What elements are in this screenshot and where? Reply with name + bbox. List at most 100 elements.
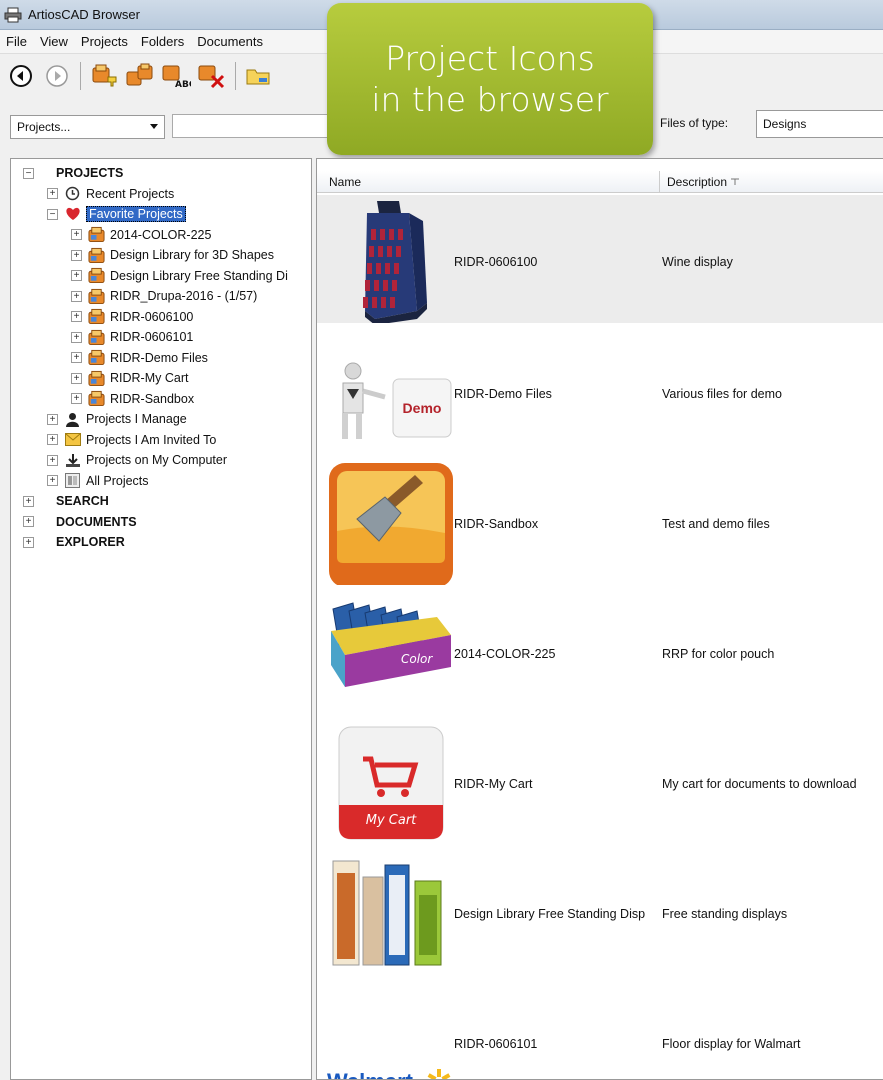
menu-view[interactable]: View: [40, 34, 68, 49]
tree-item-ridr-0606101[interactable]: + RIDR-0606101: [71, 327, 193, 347]
tree-item-label: RIDR-Demo Files: [110, 350, 208, 365]
list-row[interactable]: Demo RIDR-Demo Files Various files for de…: [317, 327, 883, 455]
project-icon: [88, 267, 105, 284]
back-button[interactable]: [6, 61, 36, 91]
list-row[interactable]: My Cart RIDR-My Cart My cart for document…: [317, 717, 883, 845]
tree-item-label: Projects on My Computer: [86, 453, 228, 467]
column-header-name[interactable]: Name: [329, 175, 361, 189]
tree-item-label: Design Library Free Standing Di: [110, 268, 288, 283]
tree-item-ridr-demo-files[interactable]: + RIDR-Demo Files: [71, 348, 208, 368]
list-row[interactable]: Walmart RIDR-0606101 Floor display for Wa…: [317, 977, 883, 1079]
collapse-icon[interactable]: −: [23, 167, 34, 179]
tree-item-all-projects[interactable]: + All Projects: [47, 471, 149, 491]
expand-icon[interactable]: +: [71, 249, 82, 261]
expand-icon[interactable]: +: [47, 454, 58, 466]
new-folder-icon: [246, 69, 270, 85]
callout-line-1: Project Icons: [385, 38, 595, 78]
tree-item-ridr-0606100[interactable]: + RIDR-0606100: [71, 307, 193, 327]
expand-icon[interactable]: +: [71, 229, 82, 240]
new-folder-button[interactable]: [244, 61, 274, 91]
tree-item-documents[interactable]: + DOCUMENTS: [23, 512, 137, 532]
expand-icon[interactable]: +: [71, 331, 82, 343]
tree-item-ridr-my-cart[interactable]: + RIDR-My Cart: [71, 368, 188, 388]
chevron-down-icon: [150, 124, 158, 129]
search-input[interactable]: [172, 114, 342, 138]
tree-item-search[interactable]: + SEARCH: [23, 491, 109, 511]
expand-icon[interactable]: +: [71, 270, 82, 281]
row-description: Various files for demo: [662, 387, 782, 401]
tree-item-label: Projects I Am Invited To: [86, 432, 217, 447]
delete-project-icon: [198, 65, 225, 89]
row-name: RIDR-Sandbox: [454, 517, 539, 531]
expand-icon[interactable]: +: [71, 290, 82, 302]
tree-item-label: 2014-COLOR-225: [110, 227, 212, 242]
expand-icon[interactable]: +: [71, 352, 82, 363]
expand-icon[interactable]: +: [71, 393, 82, 404]
menu-projects[interactable]: Projects: [81, 34, 128, 49]
scope-select[interactable]: Projects...: [10, 115, 165, 139]
color-pouch-thumb: Color: [327, 591, 455, 715]
delete-project-button[interactable]: [197, 61, 227, 91]
expand-icon[interactable]: +: [71, 372, 82, 384]
expand-icon[interactable]: +: [47, 413, 58, 425]
filetype-select[interactable]: Designs: [756, 110, 883, 138]
tree-item-label: Projects I Manage: [86, 412, 187, 426]
tree-item-label: DOCUMENTS: [56, 514, 137, 529]
tree-item-design-library-free-standing-di[interactable]: + Design Library Free Standing Di: [71, 266, 288, 286]
project-icon: [88, 349, 105, 366]
expand-icon[interactable]: +: [47, 475, 58, 486]
column-divider[interactable]: [659, 171, 660, 193]
row-description: RRP for color pouch: [662, 647, 775, 661]
expand-icon[interactable]: +: [71, 311, 82, 322]
rename-project-button[interactable]: ABC: [161, 61, 191, 91]
list-row[interactable]: RIDR-0606100 Wine display: [317, 195, 883, 323]
tree-item-label: Recent Projects: [86, 186, 175, 201]
rename-project-icon: ABC: [162, 65, 191, 89]
tree-item-label: RIDR-Sandbox: [110, 391, 195, 406]
list-row[interactable]: Color 2014-COLOR-225 RRP for color pouch: [317, 587, 883, 715]
tree-item-design-library-for-3d-shapes[interactable]: + Design Library for 3D Shapes: [71, 245, 274, 265]
expand-icon[interactable]: +: [47, 188, 58, 199]
project-icon: [88, 390, 105, 407]
tree-item-projects[interactable]: − PROJECTS: [23, 163, 123, 183]
tree-item-explorer[interactable]: + EXPLORER: [23, 532, 125, 552]
thumb-text: My Cart: [366, 813, 417, 828]
expand-icon[interactable]: +: [23, 516, 34, 527]
tree-item-label: SEARCH: [56, 494, 109, 508]
tree-item-label: Favorite Projects: [86, 206, 186, 222]
tree-item-2014-color-225[interactable]: +2014-COLOR-225: [71, 225, 211, 245]
printer-icon: [4, 7, 22, 22]
demo-thumb: Demo: [327, 331, 455, 455]
tree-item-ridr-sandbox[interactable]: + RIDR-Sandbox: [71, 389, 194, 409]
list-row[interactable]: Design Library Free Standing Disp Free st…: [317, 847, 883, 975]
menu-file[interactable]: File: [6, 34, 27, 49]
list-header: Name Description: [317, 171, 883, 193]
tree-item-favorite-projects[interactable]: − Favorite Projects: [47, 204, 186, 224]
expand-icon[interactable]: +: [47, 434, 58, 445]
list-row[interactable]: RIDR-Sandbox Test and demo files: [317, 457, 883, 585]
tree-item-projects-on-my-computer[interactable]: + Projects on My Computer: [47, 450, 227, 470]
envelope-icon: [64, 431, 81, 448]
tree-item-projects-i-am-invited-to[interactable]: + Projects I Am Invited To: [47, 430, 216, 450]
tree-item-ridr-drupa-2016-1-57[interactable]: + RIDR_Drupa-2016 - (1/57): [71, 286, 257, 306]
project-icon: [88, 370, 105, 387]
collapse-icon[interactable]: −: [47, 208, 58, 220]
menu-documents[interactable]: Documents: [197, 34, 263, 49]
row-description: Floor display for Walmart: [662, 1037, 801, 1051]
new-project-icon: [92, 64, 117, 87]
expand-icon[interactable]: +: [23, 495, 34, 507]
new-project-button[interactable]: [89, 61, 119, 91]
menu-folders[interactable]: Folders: [141, 34, 184, 49]
tree-item-projects-i-manage[interactable]: + Projects I Manage: [47, 409, 187, 429]
thumb-text: Color: [401, 652, 433, 666]
copy-project-icon: [126, 63, 153, 86]
tree-item-label: RIDR-My Cart: [110, 371, 189, 385]
forward-button[interactable]: [42, 61, 72, 91]
tree-item-recent-projects[interactable]: + Recent Projects: [47, 184, 174, 204]
tree-item-label: PROJECTS: [56, 166, 124, 180]
callout-line-2: in the browser: [371, 80, 609, 119]
project-icon: [88, 308, 105, 325]
column-header-description[interactable]: Description: [667, 175, 740, 189]
copy-project-button[interactable]: [125, 61, 155, 91]
expand-icon[interactable]: +: [23, 536, 34, 548]
